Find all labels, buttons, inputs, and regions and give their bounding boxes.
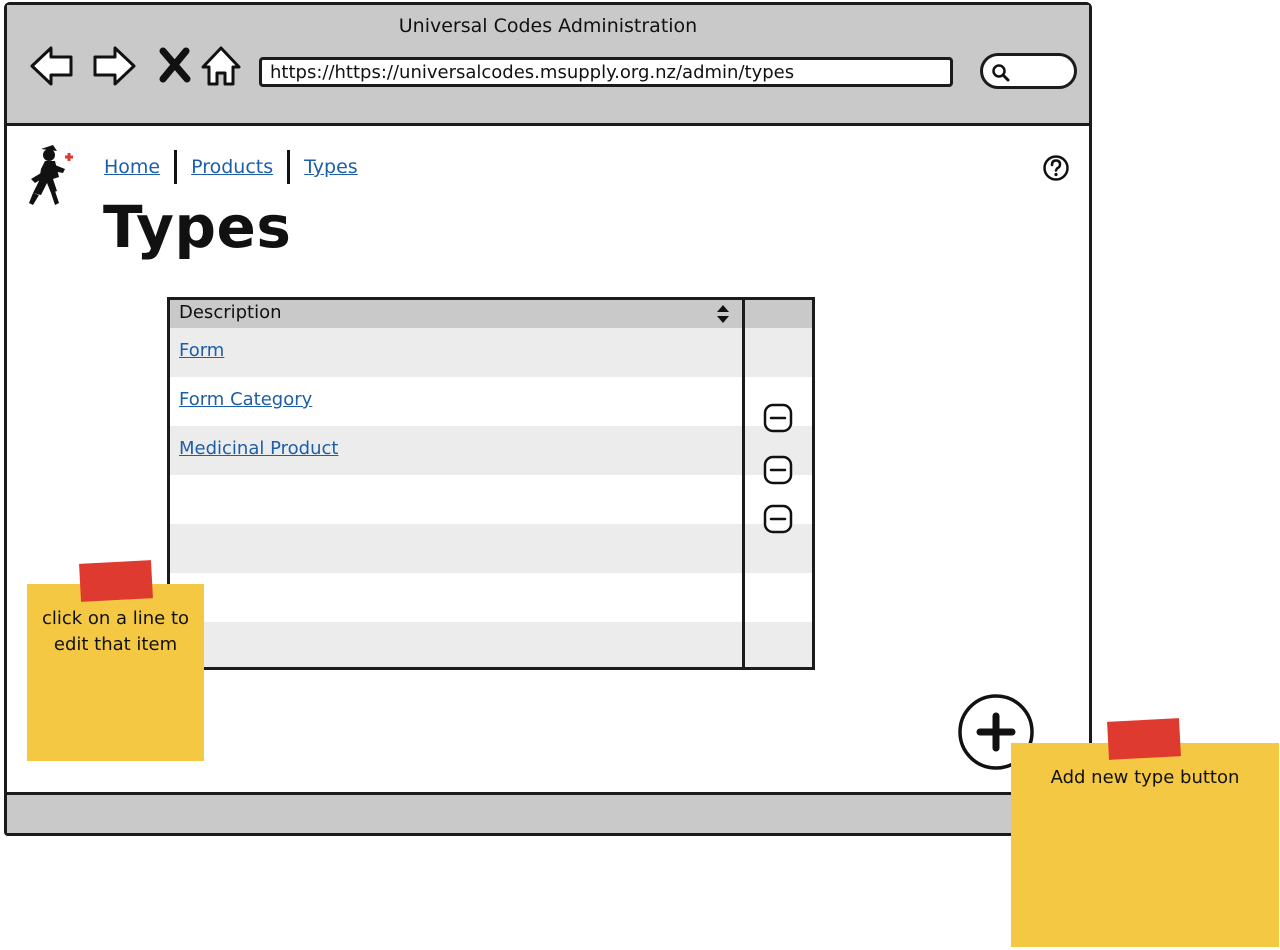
action-cell	[745, 328, 812, 377]
breadcrumb-types-link[interactable]: Types	[304, 156, 358, 178]
table-header: Description	[170, 300, 812, 328]
table-row[interactable]	[170, 475, 742, 524]
row-description-link[interactable]: Medicinal Product	[179, 438, 338, 459]
browser-search-field[interactable]	[980, 53, 1077, 89]
url-input[interactable]	[259, 57, 953, 87]
types-table: Description Form Form Category Medicinal…	[167, 297, 815, 670]
breadcrumb-separator	[174, 150, 178, 184]
action-cell	[745, 573, 812, 622]
breadcrumb-products-link[interactable]: Products	[191, 156, 273, 178]
table-row[interactable]: Medicinal Product	[170, 426, 742, 475]
sticky-note-text: click on a line to edit that item	[41, 608, 190, 655]
sticky-tape	[79, 560, 153, 602]
remove-row-button[interactable]	[763, 504, 793, 534]
remove-row-button[interactable]	[763, 455, 793, 485]
action-cell	[745, 622, 812, 667]
table-row[interactable]: Form	[170, 328, 742, 377]
sticky-note-edit-hint: click on a line to edit that item	[27, 584, 204, 761]
breadcrumb-home-link[interactable]: Home	[104, 156, 160, 178]
table-row[interactable]: Form Category	[170, 377, 742, 426]
breadcrumb: Home Products Types	[104, 149, 358, 185]
sort-icon[interactable]	[715, 304, 731, 324]
stop-icon[interactable]	[153, 43, 199, 89]
table-row[interactable]	[170, 573, 742, 622]
page-title: Types	[103, 193, 292, 261]
table-row[interactable]	[170, 524, 742, 573]
home-icon[interactable]	[199, 43, 245, 89]
browser-toolbar: Universal Codes Administration	[7, 5, 1089, 126]
help-icon[interactable]	[1041, 153, 1071, 183]
column-divider	[742, 300, 745, 667]
description-column-header[interactable]: Description	[179, 302, 282, 323]
sticky-note-add-hint: Add new type button	[1011, 743, 1279, 947]
breadcrumb-separator	[287, 150, 291, 184]
browser-status-bar	[7, 792, 1089, 833]
table-row[interactable]	[170, 622, 742, 667]
sticky-tape	[1107, 718, 1181, 760]
window-title: Universal Codes Administration	[398, 15, 698, 37]
sticky-note-text: Add new type button	[1050, 767, 1240, 788]
forward-icon[interactable]	[91, 43, 137, 89]
msupply-logo	[29, 145, 73, 205]
row-description-link[interactable]: Form Category	[179, 389, 312, 410]
search-icon	[992, 64, 1010, 82]
row-description-link[interactable]: Form	[179, 340, 224, 361]
remove-row-button[interactable]	[763, 403, 793, 433]
back-icon[interactable]	[29, 43, 75, 89]
